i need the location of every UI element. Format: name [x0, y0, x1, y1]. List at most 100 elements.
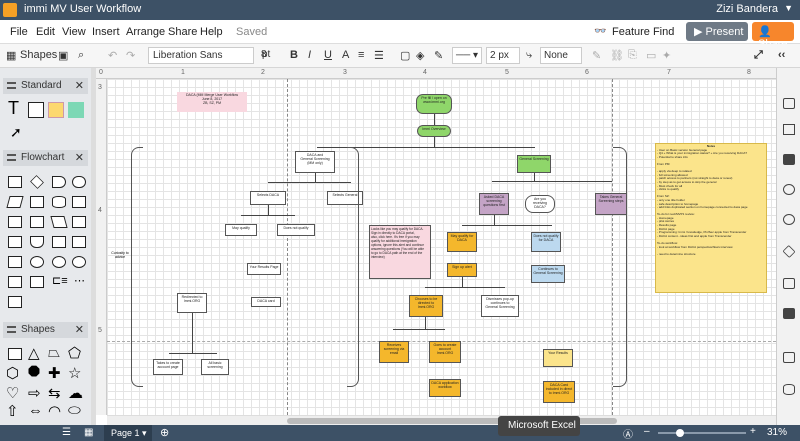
present-button[interactable]: ▶ Present — [686, 22, 748, 41]
up-arrow-shape[interactable]: ⇧ — [6, 402, 19, 420]
notes-sticky[interactable]: Notes - User on Basic version General pa… — [655, 143, 767, 293]
shapes-icon[interactable]: ▦ — [6, 49, 16, 62]
may-qualify-node[interactable]: May qualify — [225, 224, 257, 236]
connector-icon[interactable]: ⤷ — [526, 49, 532, 62]
internal-storage-shape[interactable] — [72, 196, 86, 208]
page-tab[interactable]: Page 1 ▾ — [104, 425, 152, 441]
your-results-node[interactable]: Your Results — [543, 349, 573, 367]
chooses-directed-node[interactable]: Chooses to be directed to Immi.ORG — [409, 295, 443, 317]
predefined-shape[interactable] — [30, 196, 44, 208]
list-icon[interactable]: ☰ — [374, 49, 384, 62]
theme-icon[interactable] — [783, 278, 795, 289]
zoom-slider[interactable] — [658, 432, 746, 434]
shapes-section-header[interactable]: Shapes ✕ — [3, 322, 88, 338]
plus-shape[interactable]: ✚ — [48, 364, 61, 382]
receiving-daca-node[interactable]: Are you receiving DACA? — [525, 195, 555, 213]
menu-file[interactable]: File — [10, 26, 28, 38]
list-view-icon[interactable]: ☰ — [62, 427, 71, 438]
pages-icon[interactable] — [783, 124, 795, 135]
chevron-down-icon[interactable]: ▼ — [784, 3, 793, 13]
merge-shape[interactable] — [8, 256, 22, 268]
history-icon[interactable] — [783, 184, 795, 195]
pentagon-shape[interactable]: ⬠ — [68, 344, 81, 362]
menu-insert[interactable]: Insert — [92, 26, 120, 38]
magic-icon[interactable]: ✦ — [662, 49, 671, 62]
card-shape[interactable] — [72, 216, 86, 228]
line-color-icon[interactable]: ✎ — [434, 49, 443, 62]
zoom-slider-thumb[interactable] — [676, 429, 684, 437]
data-shape[interactable] — [6, 196, 24, 208]
document-shape[interactable] — [8, 216, 22, 228]
delete-icon[interactable]: ▭ — [646, 49, 656, 62]
triangle-shape[interactable]: △ — [28, 344, 40, 362]
line-tool[interactable]: ➚ — [10, 124, 22, 141]
grid-view-icon[interactable]: ▦ — [84, 427, 93, 438]
process-shape[interactable] — [8, 176, 22, 188]
daca-card-node[interactable]: DACA card — [251, 297, 281, 307]
continues-general-node[interactable]: Continues to General Screening — [531, 265, 565, 283]
underline-button[interactable]: U — [324, 49, 332, 61]
daca-card-included-node[interactable]: DACA Card included in direct to Immi.ORG — [543, 381, 575, 403]
octagon-shape[interactable]: ⯃ — [28, 364, 40, 381]
terminator-shape[interactable] — [72, 176, 86, 188]
daca-alert-note[interactable]: Looks like you may qualify for DACA. Sig… — [369, 225, 431, 279]
presentation-icon[interactable] — [783, 154, 795, 165]
document-title[interactable]: immi MV User Workflow — [24, 3, 141, 15]
search-icon[interactable]: ⌕ — [78, 49, 84, 62]
image-icon[interactable]: ▣ — [58, 49, 68, 62]
fullscreen-icon[interactable]: ⤢ — [754, 49, 763, 62]
menu-share[interactable]: Share — [168, 26, 197, 38]
chat-icon[interactable] — [783, 352, 795, 363]
sign-up-alert-node[interactable]: Sign up alert — [447, 263, 477, 277]
preparation-shape[interactable] — [72, 236, 86, 248]
bold-button[interactable]: B — [290, 49, 298, 61]
your-results-page-node[interactable]: Your Results Page — [247, 263, 281, 275]
fill-icon[interactable]: ◈ — [416, 49, 424, 62]
off-page-shape[interactable] — [8, 276, 22, 288]
oval-shape[interactable]: ⬭ — [68, 402, 81, 419]
callout-shape[interactable] — [30, 276, 44, 288]
general-screening-node[interactable]: General Screening — [517, 155, 551, 173]
redirected-node[interactable]: Redirected to Immi.ORG — [177, 293, 207, 313]
font-unit[interactable]: pt — [262, 49, 270, 60]
collapse-icon[interactable]: ‹‹ — [778, 49, 785, 61]
chevron-shape[interactable]: ⇆ — [48, 384, 61, 402]
text-color-icon[interactable]: A — [342, 49, 349, 61]
arrow-select[interactable]: None — [540, 47, 582, 64]
link-icon[interactable]: ⛓ — [610, 49, 624, 62]
star-shape[interactable]: ☆ — [68, 364, 81, 382]
receives-email-node[interactable]: Receives screening via email — [379, 341, 409, 363]
block-arrow-shape[interactable]: ⇨ — [28, 384, 41, 402]
zoom-plus-icon[interactable]: + — [750, 426, 756, 437]
copy-icon[interactable]: ⎘ — [628, 49, 637, 62]
summing-junction-shape[interactable] — [72, 256, 86, 268]
basic-screening-node[interactable]: All basic screening — [201, 359, 229, 375]
double-arrow-shape[interactable]: ⇔ — [28, 402, 43, 419]
manual-input-shape[interactable] — [50, 216, 68, 228]
standard-section-header[interactable]: Standard ✕ — [3, 78, 88, 94]
start-node[interactable]: Pre fill / open on www.immi.org — [416, 94, 452, 114]
selects-daca-node[interactable]: Selects DACA — [250, 191, 286, 205]
feature-find-button[interactable]: Feature Find — [612, 26, 674, 38]
border-icon[interactable]: ▢ — [400, 49, 410, 62]
cloud-shape[interactable]: ☁ — [68, 384, 83, 402]
zoom-level[interactable]: 31% — [767, 427, 787, 438]
wave-shape[interactable]: ◠ — [48, 402, 61, 420]
zoom-minus-icon[interactable]: – — [644, 426, 650, 437]
data-icon[interactable] — [783, 384, 795, 395]
decision-shape[interactable] — [30, 175, 44, 189]
align-icon[interactable]: ≡ — [358, 49, 364, 61]
zoom-out-icon[interactable]: Ⓐ — [623, 426, 633, 441]
menu-view[interactable]: View — [62, 26, 86, 38]
edit-icon[interactable]: ✎ — [592, 49, 601, 62]
close-icon[interactable]: ✕ — [75, 323, 84, 336]
horizontal-scrollbar[interactable] — [107, 415, 776, 425]
annotation-shape[interactable]: ⊏≡ — [52, 274, 68, 287]
share-button[interactable]: 👤 Share — [752, 22, 794, 50]
more-icon[interactable]: ⋯ — [74, 274, 85, 287]
hexagon-shape[interactable]: ⬡ — [6, 364, 19, 382]
font-select[interactable]: Liberation Sans — [148, 47, 254, 64]
daca-application-node[interactable]: DACA application workflow — [429, 379, 461, 397]
close-icon[interactable]: ✕ — [75, 79, 84, 92]
diagram-canvas[interactable]: DACA (MM Merge User Workflow June 8, 201… — [107, 79, 776, 415]
